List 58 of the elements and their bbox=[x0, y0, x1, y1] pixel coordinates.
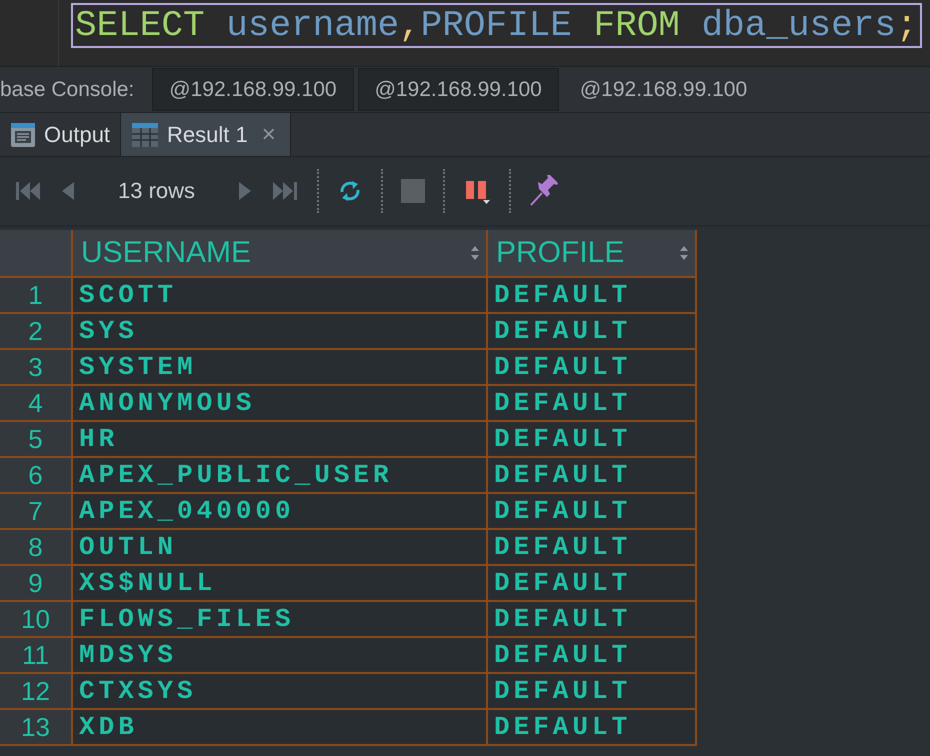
sql-query: SELECT username,PROFILE FROM dba_users; bbox=[71, 3, 922, 48]
row-number: 10 bbox=[0, 602, 73, 638]
table-cell: CTXSYS bbox=[73, 674, 488, 710]
column-header[interactable]: PROFILE bbox=[488, 230, 697, 278]
table-cell: DEFAULT bbox=[488, 710, 697, 746]
console-label: base Console: bbox=[0, 78, 136, 102]
sort-icon[interactable] bbox=[679, 245, 689, 261]
row-number: 11 bbox=[0, 638, 73, 674]
table-cell: DEFAULT bbox=[488, 494, 697, 530]
table-cell: ANONYMOUS bbox=[73, 386, 488, 422]
table-cell: DEFAULT bbox=[488, 422, 697, 458]
table-cell: OUTLN bbox=[73, 530, 488, 566]
row-number: 5 bbox=[0, 422, 73, 458]
table-cell: HR bbox=[73, 422, 488, 458]
console-tab[interactable]: @192.168.99.100 bbox=[562, 68, 764, 111]
previous-page-icon[interactable] bbox=[60, 180, 76, 202]
column-header[interactable]: USERNAME bbox=[73, 230, 488, 278]
row-number: 8 bbox=[0, 530, 73, 566]
table-cell: DEFAULT bbox=[488, 530, 697, 566]
console-icon bbox=[10, 122, 36, 148]
result-tab[interactable]: Result 1 × bbox=[121, 113, 291, 156]
row-number: 13 bbox=[0, 710, 73, 746]
table-cell: SYSTEM bbox=[73, 350, 488, 386]
table-cell: FLOWS_FILES bbox=[73, 602, 488, 638]
table-cell: DEFAULT bbox=[488, 386, 697, 422]
next-page-icon[interactable] bbox=[237, 180, 254, 202]
table-cell: DEFAULT bbox=[488, 278, 697, 314]
row-number: 12 bbox=[0, 674, 73, 710]
table-cell: DEFAULT bbox=[488, 458, 697, 494]
table-cell: APEX_PUBLIC_USER bbox=[73, 458, 488, 494]
table-cell: XDB bbox=[73, 710, 488, 746]
table-cell: DEFAULT bbox=[488, 350, 697, 386]
console-tab[interactable]: @192.168.99.100 bbox=[358, 68, 559, 111]
row-number: 4 bbox=[0, 386, 73, 422]
table-icon bbox=[131, 122, 160, 148]
table-cell: XS$NULL bbox=[73, 566, 488, 602]
console-tab[interactable]: @192.168.99.100 bbox=[152, 68, 354, 111]
table-cell: SYS bbox=[73, 314, 488, 350]
table-cell: DEFAULT bbox=[488, 566, 697, 602]
table-cell: DEFAULT bbox=[488, 674, 697, 710]
table-cell: DEFAULT bbox=[488, 638, 697, 674]
row-number: 3 bbox=[0, 350, 73, 386]
row-number: 7 bbox=[0, 494, 73, 530]
table-cell: APEX_040000 bbox=[73, 494, 488, 530]
table-cell: DEFAULT bbox=[488, 602, 697, 638]
last-page-icon[interactable] bbox=[271, 180, 300, 202]
table-cell: MDSYS bbox=[73, 638, 488, 674]
row-count: 13 rows bbox=[118, 178, 196, 204]
sort-icon[interactable] bbox=[470, 245, 480, 261]
row-number: 9 bbox=[0, 566, 73, 602]
row-number: 6 bbox=[0, 458, 73, 494]
table-cell: SCOTT bbox=[73, 278, 488, 314]
row-number: 1 bbox=[0, 278, 73, 314]
table-cell: DEFAULT bbox=[488, 314, 697, 350]
first-page-icon[interactable] bbox=[14, 180, 42, 202]
result-tab[interactable]: Output bbox=[0, 113, 122, 156]
row-number: 2 bbox=[0, 314, 73, 350]
stop-icon[interactable] bbox=[401, 179, 426, 203]
